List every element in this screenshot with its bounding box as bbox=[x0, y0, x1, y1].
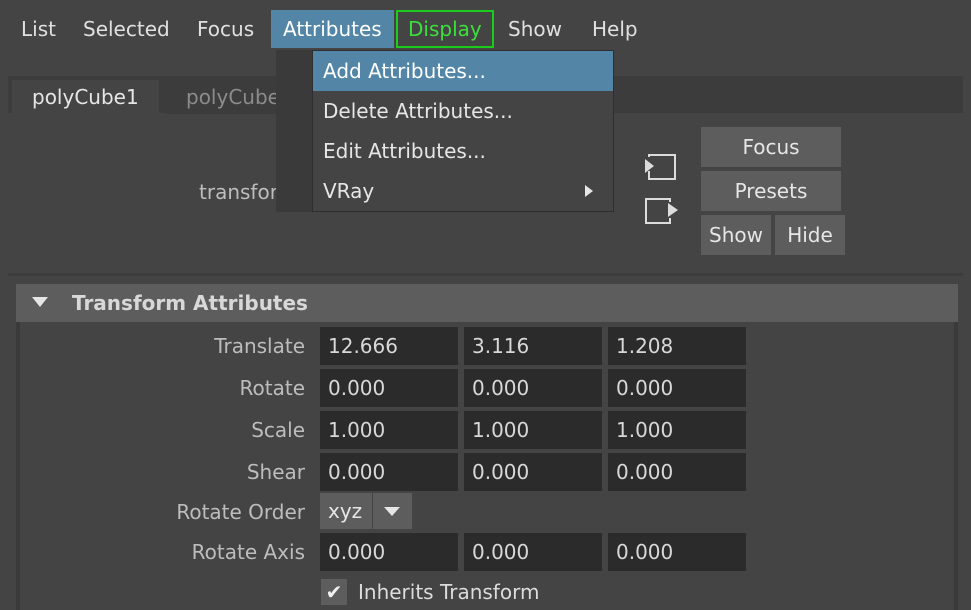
section-title: Transform Attributes bbox=[72, 291, 308, 315]
shear-z-field[interactable] bbox=[608, 453, 746, 491]
rotate-z-field[interactable] bbox=[608, 369, 746, 407]
attributes-menu: Add Attributes... Delete Attributes... E… bbox=[312, 50, 614, 212]
menu-item-add-attributes[interactable]: Add Attributes... bbox=[313, 51, 613, 91]
focus-button[interactable]: Focus bbox=[701, 127, 841, 167]
node-name-label: transfor bbox=[199, 180, 278, 204]
show-button[interactable]: Show bbox=[701, 215, 771, 255]
rotate-label: Rotate bbox=[239, 376, 305, 400]
menu-display[interactable]: Display bbox=[396, 10, 494, 48]
menu-item-edit-attributes[interactable]: Edit Attributes... bbox=[313, 131, 613, 171]
menu-item-delete-attributes[interactable]: Delete Attributes... bbox=[313, 91, 613, 131]
shear-label: Shear bbox=[246, 460, 305, 484]
menu-attributes[interactable]: Attributes bbox=[271, 10, 394, 48]
menu-list[interactable]: List bbox=[9, 10, 68, 48]
submenu-arrow-icon bbox=[585, 185, 593, 197]
translate-label: Translate bbox=[214, 334, 305, 358]
tab-polycube[interactable]: polyCube bbox=[166, 80, 286, 114]
menu-help[interactable]: Help bbox=[580, 10, 650, 48]
presets-button[interactable]: Presets bbox=[701, 171, 841, 211]
rotate-axis-x-field[interactable] bbox=[320, 533, 458, 571]
rotate-axis-z-field[interactable] bbox=[608, 533, 746, 571]
menu-item-vray[interactable]: VRay bbox=[313, 171, 613, 211]
menu-selected[interactable]: Selected bbox=[71, 10, 182, 48]
menu-item-vray-label: VRay bbox=[323, 179, 375, 203]
collapse-triangle-icon[interactable] bbox=[32, 297, 48, 307]
inherits-transform-checkbox[interactable]: ✔ bbox=[321, 579, 347, 605]
translate-x-field[interactable] bbox=[320, 327, 458, 365]
transform-attributes-header[interactable]: Transform Attributes bbox=[16, 284, 958, 322]
inherits-transform-label: Inherits Transform bbox=[358, 580, 540, 604]
tab-polycube1[interactable]: polyCube1 bbox=[12, 80, 159, 114]
dropdown-separator bbox=[372, 493, 373, 529]
go-to-output-icon[interactable] bbox=[644, 196, 680, 226]
menu-focus[interactable]: Focus bbox=[185, 10, 266, 48]
hide-button[interactable]: Hide bbox=[775, 215, 845, 255]
rotate-y-field[interactable] bbox=[464, 369, 602, 407]
shear-y-field[interactable] bbox=[464, 453, 602, 491]
scale-label: Scale bbox=[251, 418, 305, 442]
menu-show[interactable]: Show bbox=[496, 10, 574, 48]
translate-z-field[interactable] bbox=[608, 327, 746, 365]
scale-z-field[interactable] bbox=[608, 411, 746, 449]
rotate-axis-label: Rotate Axis bbox=[191, 540, 305, 564]
rotate-order-dropdown[interactable]: xyz bbox=[320, 493, 412, 529]
scale-y-field[interactable] bbox=[464, 411, 602, 449]
translate-y-field[interactable] bbox=[464, 327, 602, 365]
chevron-down-icon bbox=[384, 507, 400, 516]
rotate-axis-y-field[interactable] bbox=[464, 533, 602, 571]
rotate-order-value: xyz bbox=[328, 499, 363, 523]
shear-x-field[interactable] bbox=[320, 453, 458, 491]
go-to-input-icon[interactable] bbox=[642, 152, 676, 182]
rotate-order-label: Rotate Order bbox=[176, 500, 305, 524]
scale-x-field[interactable] bbox=[320, 411, 458, 449]
rotate-x-field[interactable] bbox=[320, 369, 458, 407]
